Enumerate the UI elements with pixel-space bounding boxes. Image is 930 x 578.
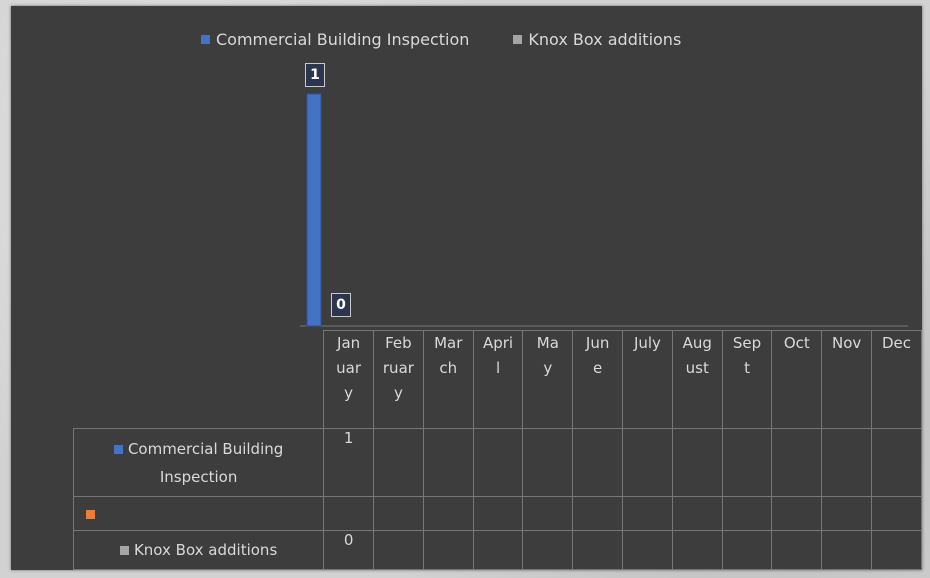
table-cell [821,530,873,570]
table-row-label-commercial: Commercial Building Inspection [72,428,325,497]
table-cell [821,428,873,497]
month-header-1: Feb ruar y [373,330,424,429]
month-label-part: y [344,384,354,402]
month-label-part: uar [336,359,362,377]
month-header-8: Sep t [721,330,773,429]
month-header-3: Apri l [472,330,524,429]
month-header-10: Nov [821,330,873,429]
month-label-part: ch [439,359,458,377]
table-cell [373,428,424,497]
table-cell [622,530,673,570]
month-header-0: Jan uar y [323,330,375,429]
month-label-part: Sep [732,334,762,352]
month-label-part: Apri [482,334,514,352]
table-cell: 0 [323,530,375,570]
table-cell [373,530,424,570]
table-row [72,496,922,531]
table-cell [671,428,723,497]
month-label-part: e [593,359,603,377]
table-cell [422,496,474,531]
row-label-knox: Knox Box additions [133,541,278,559]
month-header-4: Ma y [522,330,574,429]
table-cell [572,428,624,497]
table-cell [671,496,723,531]
month-label-part: July [633,334,661,352]
table-cell [522,496,574,531]
table-cell [522,530,574,570]
month-label-part: Oct [783,334,810,352]
table-cell [671,530,723,570]
month-header-11: Dec [871,330,922,429]
table-cell [622,496,673,531]
table-row-label-orange [72,496,325,531]
month-label-part: y [393,384,403,402]
table-cell [472,530,524,570]
month-label-part: Mar [434,334,463,352]
month-label-part: Nov [832,334,862,352]
month-label-part: Jun [585,334,610,352]
table-cell [472,428,524,497]
table-cell [871,428,922,497]
table-cell [721,530,773,570]
chart-area: Commercial Building Inspection Knox Box … [11,6,922,570]
table-row-label-knox: Knox Box additions [72,530,325,570]
month-label-part: Aug [682,334,712,352]
table-cell [871,530,922,570]
month-header-5: Jun e [572,330,624,429]
data-table: Jan uar y Feb ruar y Mar ch Apri l Ma y Jun e July Aug u… [72,330,922,570]
table-cell [422,530,474,570]
table-header-row: Jan uar y Feb ruar y Mar ch Apri l Ma y Jun e July Aug u… [73,330,922,429]
plot-area [300,93,908,327]
table-cell [821,496,873,531]
table-cell [522,428,574,497]
table-cell: 1 [323,428,375,497]
month-label-part: ruar [382,359,414,377]
month-label-part: y [543,359,553,377]
month-label-part: Ma [536,334,559,352]
month-header-6: July [622,330,673,429]
table-corner [73,330,325,429]
row-swatch-gray-icon [119,546,129,555]
data-label-january-commercial: 1 [305,63,325,87]
table-cell [771,530,823,570]
row-label-commercial-a: Commercial Building [127,439,284,458]
month-header-9: Oct [771,330,823,429]
table-cell [323,496,375,531]
table-cell [871,496,922,531]
table-cell [572,530,624,570]
month-label-part: Jan [337,334,361,352]
table-cell [572,496,624,531]
bars-group [306,93,322,327]
table-cell [721,496,773,531]
month-label-part: ust [685,359,709,377]
month-header-7: Aug ust [671,330,723,429]
bar-0-series-0[interactable] [306,93,322,327]
table-cell [771,496,823,531]
month-label-part: l [495,359,501,377]
row-label-commercial-b: Inspection [159,467,238,486]
table-row: Commercial Building Inspection 1 [72,428,922,497]
table-cell [721,428,773,497]
table-cell [472,496,524,531]
month-label-part: Dec [882,334,912,352]
row-swatch-orange-icon [86,509,95,519]
table-cell [771,428,823,497]
table-cell [622,428,673,497]
month-label-part: t [744,359,750,377]
month-label-part: Feb [385,334,412,352]
data-label-january-knox: 0 [331,293,351,317]
table-row: Knox Box additions 0 [72,530,922,570]
table-cell [422,428,474,497]
row-swatch-blue-icon [113,444,123,454]
table-cell [373,496,424,531]
month-header-2: Mar ch [422,330,474,429]
